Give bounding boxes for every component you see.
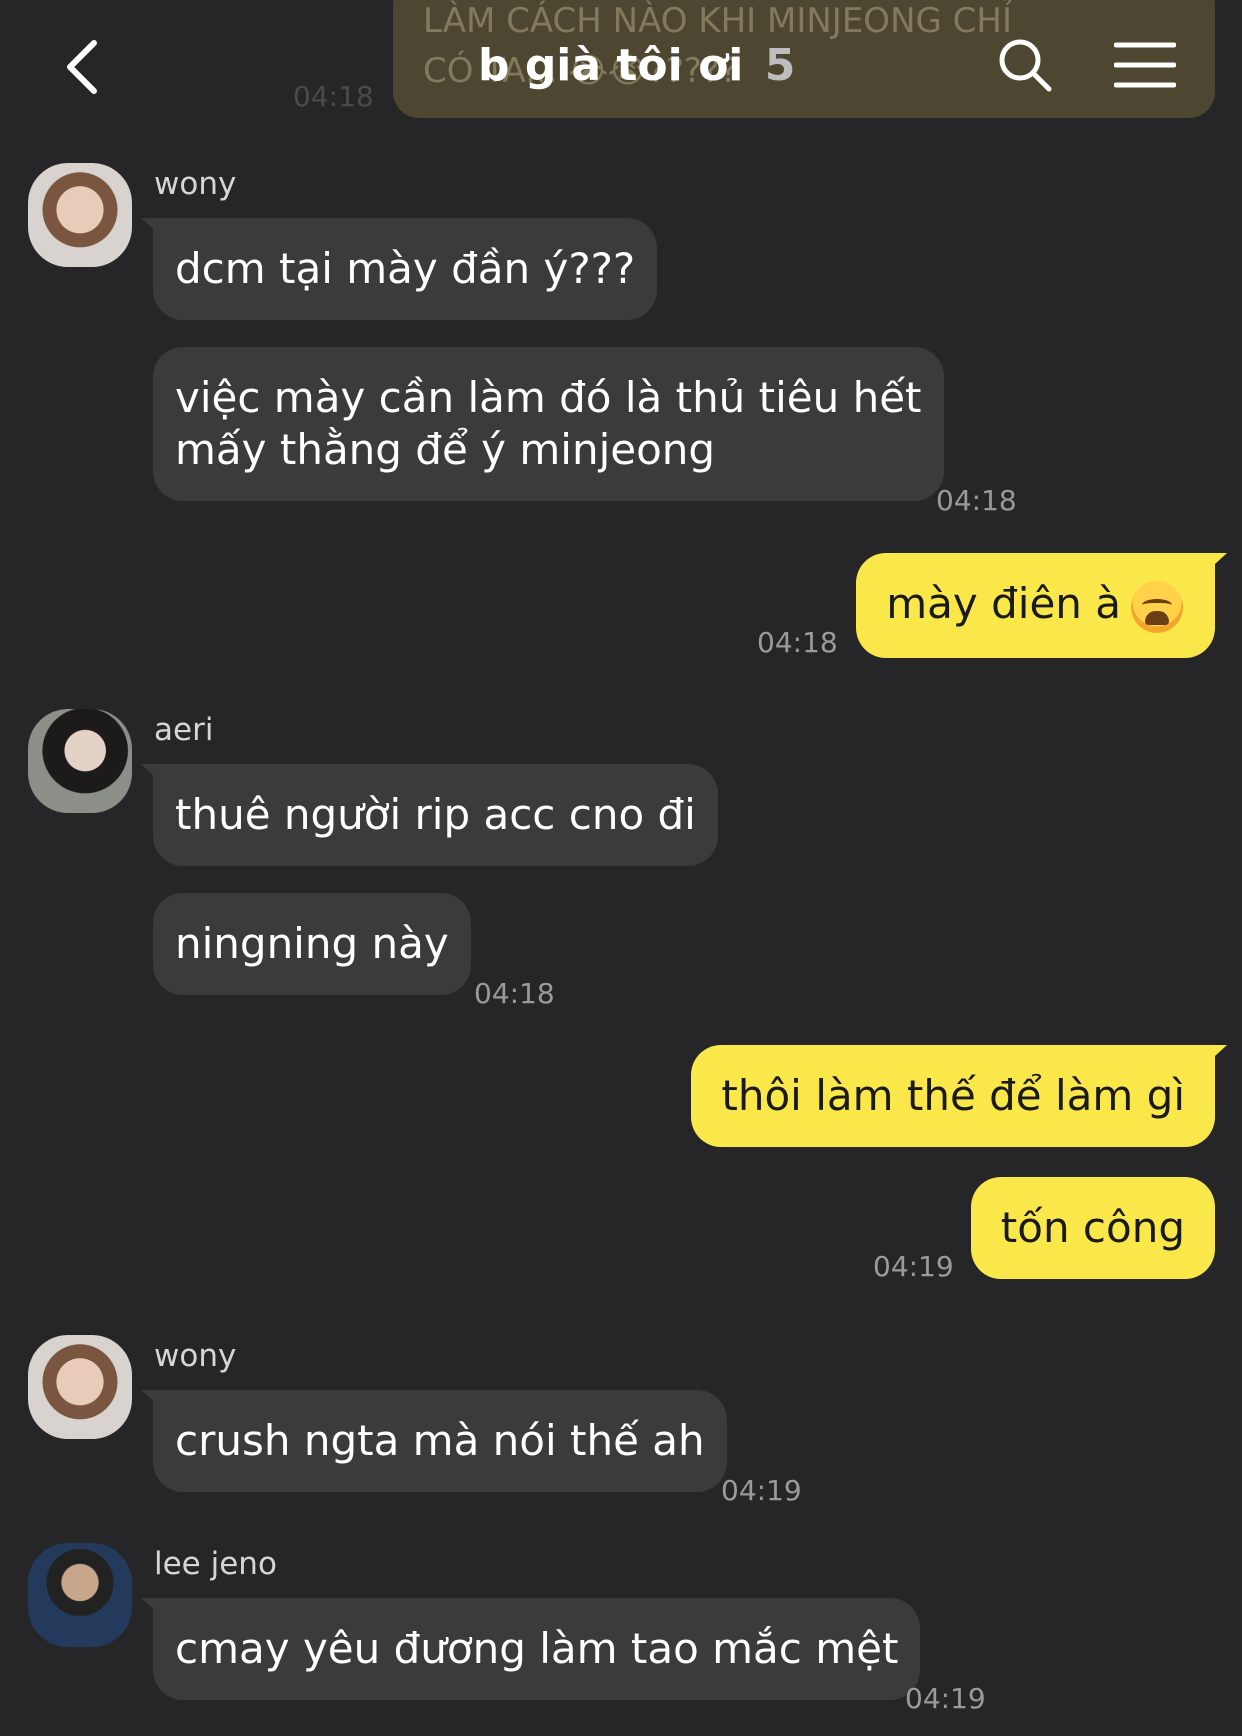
back-button[interactable] [52,34,112,100]
chevron-left-icon [67,40,97,94]
message-text: thôi làm thế để làm gì [721,1071,1185,1120]
search-button[interactable] [990,30,1060,100]
message-bubble-sent[interactable]: tốn công [970,1177,1215,1279]
group-name: b già tôi ơi [478,40,744,91]
sender-name: aeri [154,712,214,748]
avatar-lee-jeno[interactable] [28,1543,132,1647]
message-text: dcm tại mày đần ý??? [175,244,636,293]
chat-header: b già tôi ơi 5 [0,0,1242,130]
message-bubble[interactable]: dcm tại mày đần ý??? [153,218,658,320]
chat-title: b già tôi ơi 5 [478,40,795,91]
message-text: cmay yêu đương làm tao mắc mệt [175,1624,899,1673]
message-time: 04:18 [757,626,838,659]
message-bubble[interactable]: ningning này [153,893,471,995]
message-time: 04:19 [905,1682,986,1715]
message-bubble[interactable]: việc mày cần làm đó là thủ tiêu hết mấy … [153,347,944,501]
message-bubble-sent[interactable]: thôi làm thế để làm gì [691,1045,1215,1147]
message-time: 04:18 [936,484,1017,517]
message-bubble[interactable]: cmay yêu đương làm tao mắc mệt [153,1598,921,1700]
message-time: 04:19 [873,1250,954,1283]
message-text: tốn công [1000,1203,1185,1252]
message-time: 04:18 [474,977,555,1010]
message-text: thuê người rip acc cno đi [175,790,696,839]
message-time: 04:19 [721,1474,802,1507]
message-bubble-sent[interactable]: mày điên à [856,553,1215,658]
loudly-crying-face-icon [1131,580,1183,633]
menu-button[interactable] [1110,30,1180,100]
avatar-wony[interactable] [28,1335,132,1439]
message-bubble[interactable]: thuê người rip acc cno đi [153,764,718,866]
sender-name: wony [154,1338,237,1374]
sender-name: wony [154,166,237,202]
message-text: mày điên à [886,579,1121,628]
avatar-wony[interactable] [28,163,132,267]
chat-screen: LÀM CÁCH NÀO KHI MINJEONG CHỈ CÓ TA... 😭… [0,0,1242,1736]
message-text: ningning này [175,919,449,968]
message-bubble[interactable]: crush ngta mà nói thế ah [153,1390,727,1492]
message-text: việc mày cần làm đó là thủ tiêu hết [175,373,922,422]
member-count: 5 [764,40,796,91]
hamburger-menu-icon [1114,42,1176,88]
sender-name: lee jeno [154,1546,277,1582]
search-icon [999,39,1052,92]
message-text: crush ngta mà nói thế ah [175,1416,705,1465]
message-text: mấy thằng để ý minjeong [175,425,716,474]
avatar-aeri[interactable] [28,709,132,813]
